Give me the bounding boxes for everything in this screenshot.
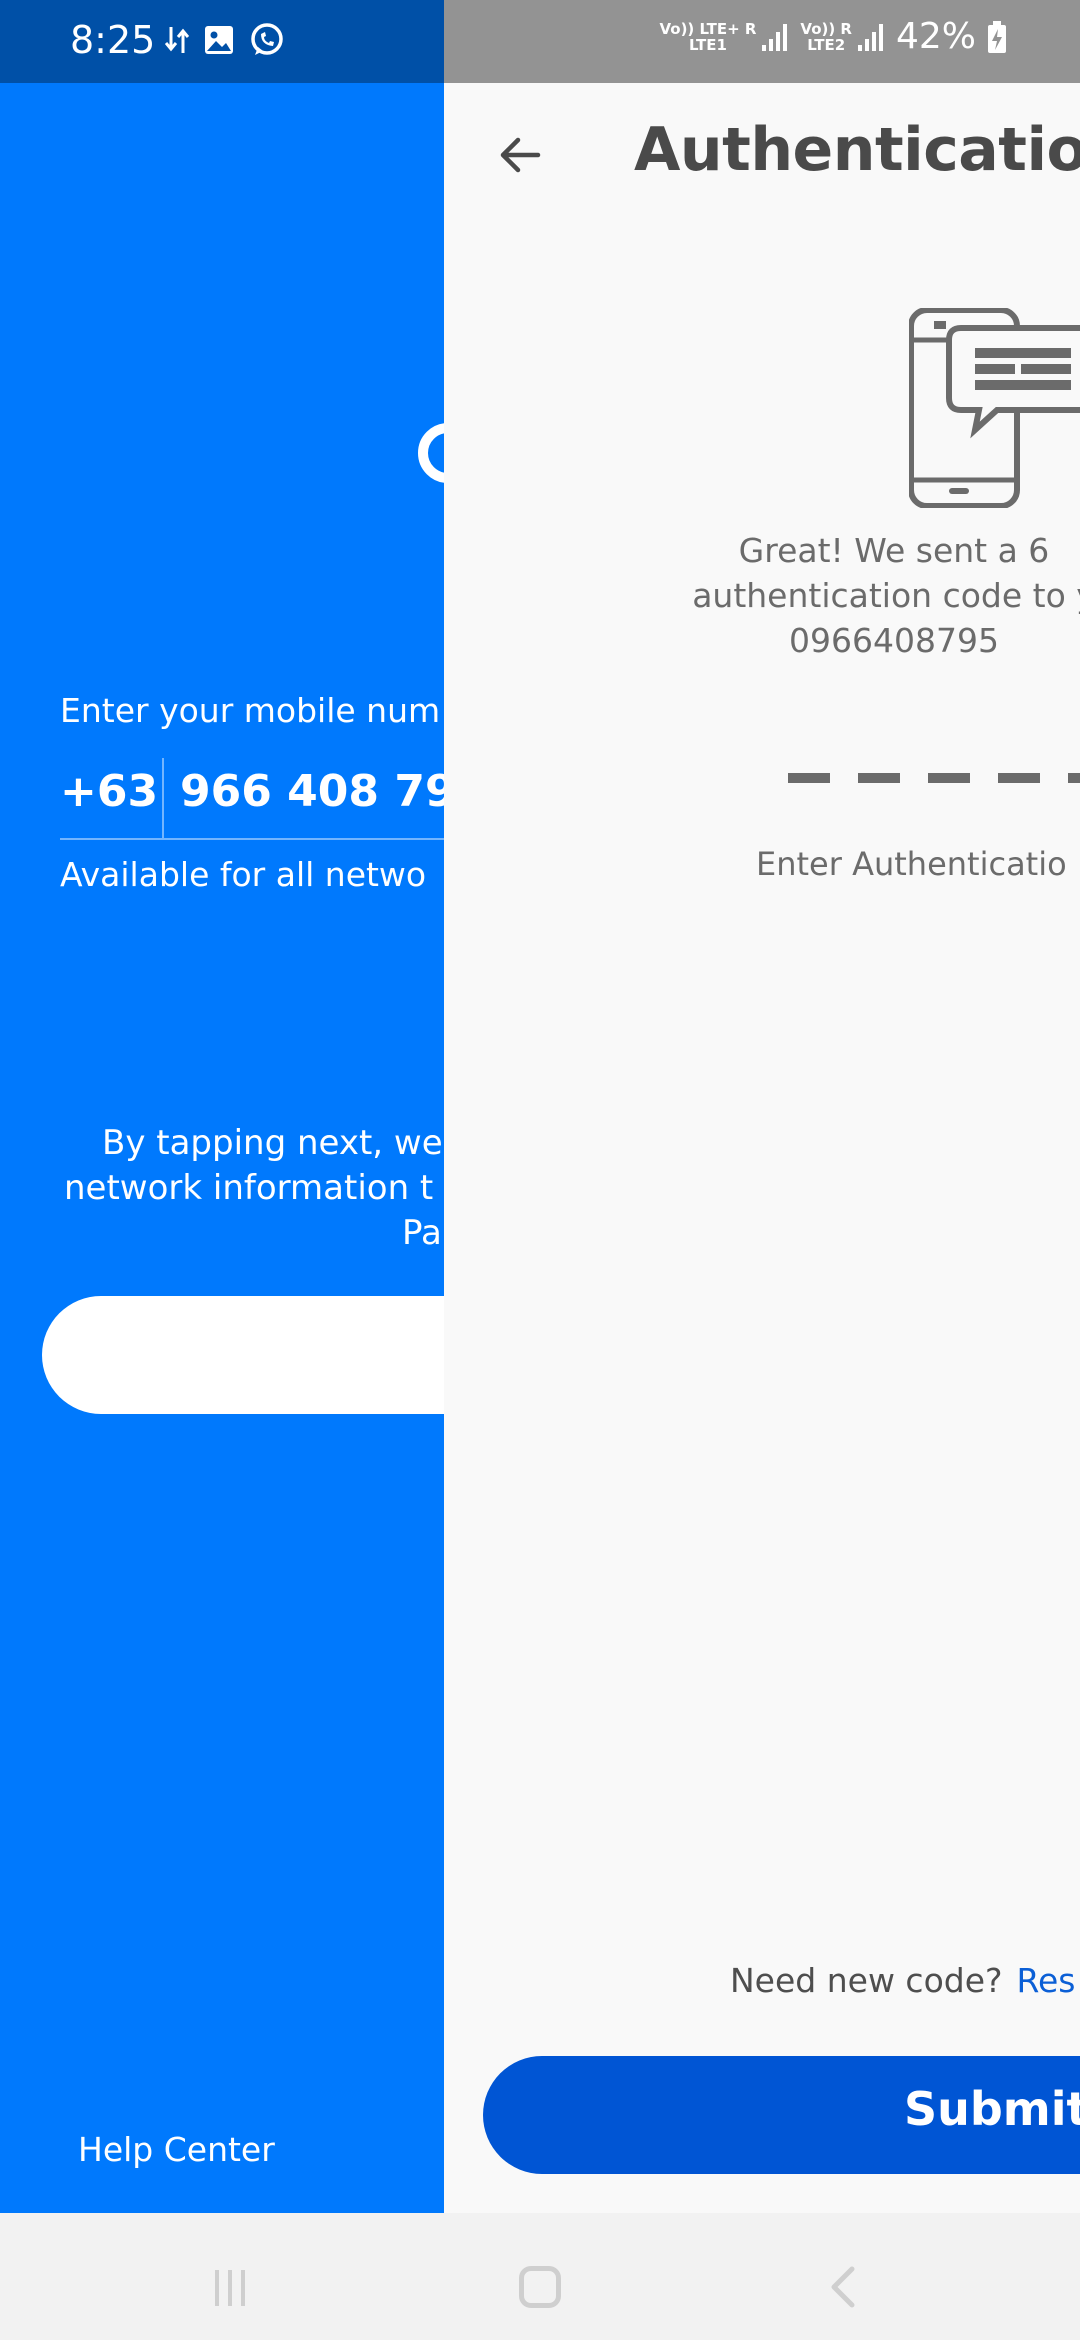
authentication-sheet: Authentication Great! We sent a 6 authen…	[444, 83, 1080, 2213]
auth-message-line2: authentication code to y	[692, 576, 1080, 615]
auth-message-line1: Great! We sent a 6	[738, 531, 1050, 570]
battery-charging-icon	[988, 20, 1006, 53]
back-nav-icon[interactable]	[828, 2265, 858, 2309]
otp-digit-placeholder	[858, 773, 900, 783]
recent-apps-icon[interactable]	[215, 2270, 245, 2306]
system-nav-bar	[0, 2213, 1080, 2340]
login-screen: Enter your mobile num +63 966 408 795 Av…	[0, 83, 444, 2213]
help-center-link[interactable]: Help Center	[78, 2130, 275, 2169]
phone-number-input[interactable]: 966 408 795	[180, 766, 444, 817]
country-code[interactable]: +63	[60, 766, 158, 817]
consent-text-line1: By tapping next, we'	[102, 1123, 444, 1163]
signal-icon	[762, 23, 788, 51]
resend-link[interactable]: Res	[1017, 1961, 1076, 2000]
mobile-number-prompt: Enter your mobile num	[60, 691, 441, 730]
consent-text-line3: Pa	[402, 1213, 442, 1253]
otp-digit-placeholder	[928, 773, 970, 783]
network-note: Available for all netwo	[60, 855, 427, 894]
back-arrow-icon[interactable]	[492, 125, 552, 185]
otp-digit-placeholder	[998, 773, 1040, 783]
battery-percentage: 42%	[895, 16, 976, 57]
gallery-icon	[205, 26, 233, 54]
signal-icon	[857, 23, 883, 51]
status-bar-right: Vo)) LTE+ R LTE1 Vo)) R LTE2 42%	[444, 0, 1080, 83]
app-logo	[418, 423, 444, 483]
otp-input[interactable]	[788, 773, 1080, 783]
home-icon[interactable]	[519, 2266, 561, 2308]
status-bar-left: 8:25	[0, 0, 444, 83]
status-system-icons: Vo)) LTE+ R LTE1 Vo)) R LTE2 42%	[659, 16, 1008, 57]
next-button[interactable]	[42, 1296, 444, 1414]
submit-button-label: Submit	[904, 2082, 1080, 2136]
otp-digit-placeholder	[1068, 773, 1080, 783]
resend-row: Need new code? Res	[730, 1961, 1075, 2000]
phone-divider	[162, 758, 164, 838]
sim2-indicator: Vo)) R LTE2	[800, 21, 886, 53]
status-notification-icons	[165, 22, 285, 58]
whatsapp-icon	[251, 23, 283, 55]
consent-text-line2: network information t	[64, 1168, 434, 1208]
data-transfer-icon	[165, 27, 189, 53]
otp-digit-placeholder	[788, 773, 830, 783]
sms-phone-icon	[909, 308, 1080, 508]
status-time: 8:25	[70, 18, 156, 62]
sim1-indicator: Vo)) LTE+ R LTE1	[659, 21, 790, 53]
phone-underline	[60, 838, 444, 840]
page-title: Authentication	[634, 115, 1080, 185]
otp-label: Enter Authenticatio	[756, 845, 1067, 883]
resend-question: Need new code?	[730, 1961, 1003, 2000]
auth-phone-number: 0966408795	[789, 621, 999, 660]
